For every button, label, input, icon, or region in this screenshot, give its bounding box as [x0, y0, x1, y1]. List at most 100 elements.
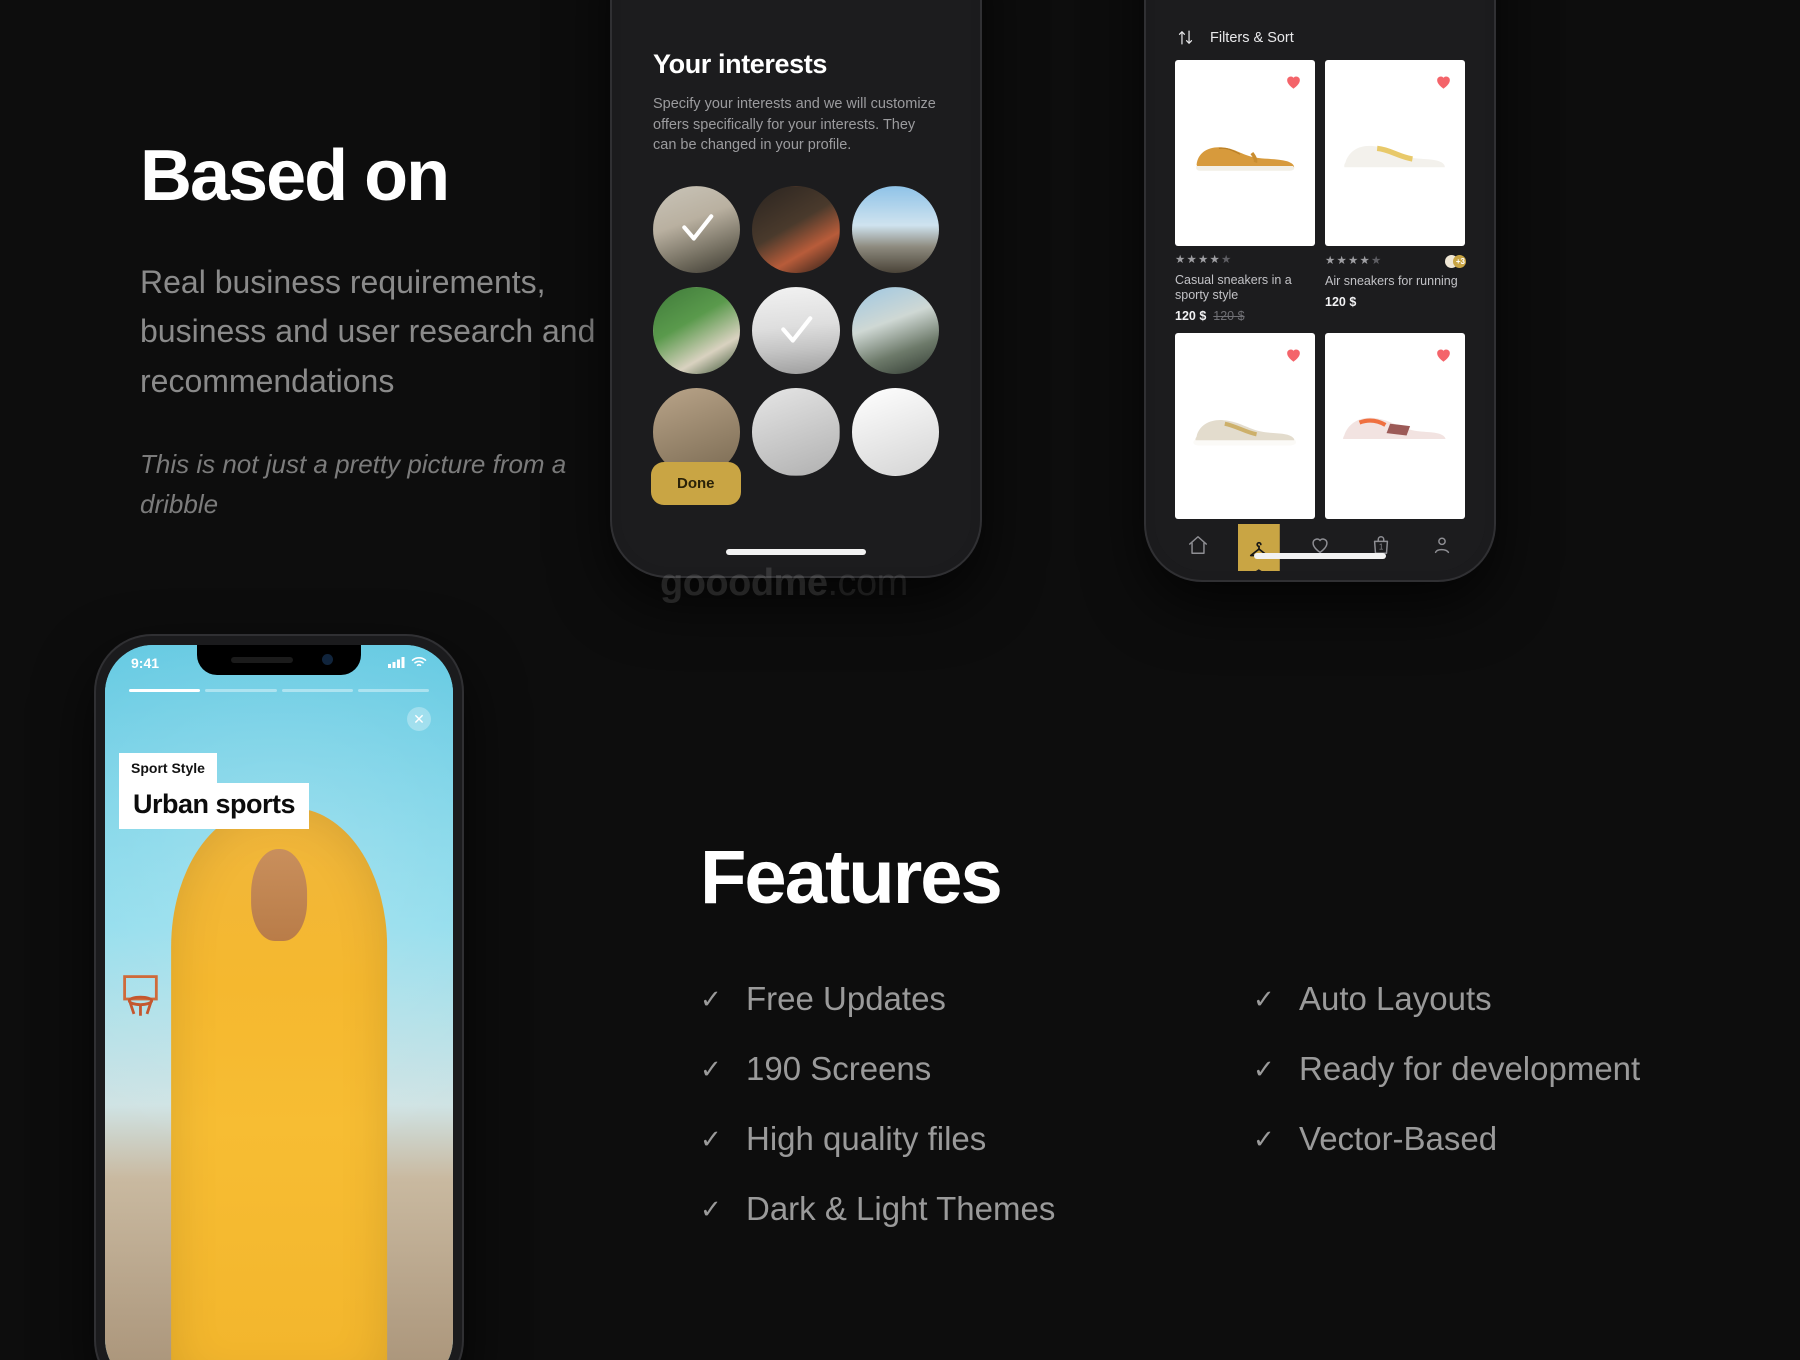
- features-column-right: ✓ Auto Layouts ✓ Ready for development ✓…: [1253, 964, 1760, 1244]
- intro-note: This is not just a pretty picture from a…: [140, 448, 567, 520]
- interest-photo: [653, 287, 741, 375]
- phone-notch: [197, 645, 361, 675]
- interest-option-basketball[interactable]: [752, 185, 840, 274]
- features-column-left: ✓ Free Updates ✓ 190 Screens ✓ High qual…: [700, 964, 1207, 1244]
- product-image: [1325, 60, 1465, 246]
- check-icon: ✓: [700, 983, 722, 1014]
- features-section: Features ✓ Free Updates ✓ 190 Screens ✓ …: [700, 840, 1760, 1244]
- heart-icon[interactable]: [1434, 345, 1453, 364]
- check-icon: ✓: [700, 1193, 722, 1224]
- features-title: Features: [700, 835, 1003, 920]
- cellular-icon: [388, 655, 405, 671]
- home-icon[interactable]: [1187, 534, 1209, 556]
- poster-canvas: Based on Real business requirements, bus…: [0, 0, 1800, 1360]
- sneaker-illustration: [1342, 417, 1448, 447]
- feature-label: Dark & Light Themes: [746, 1190, 1056, 1227]
- feature-label: High quality files: [746, 1120, 987, 1157]
- product-card[interactable]: ★★★★★ +3 Air sneakers for running 120 $: [1325, 60, 1466, 323]
- feature-label: Free Updates: [746, 980, 946, 1017]
- sneaker-illustration: [1193, 419, 1297, 446]
- watermark: gooodme.com: [660, 562, 908, 605]
- progress-segment: [129, 689, 201, 692]
- progress-segment: [357, 689, 429, 692]
- phone-story-mockup: 9:41 ✕ Sport Style Urban sports: [96, 636, 462, 1360]
- product-price: 120 $120 $: [1175, 309, 1245, 323]
- intro-subtitle: Real business requirements, business and…: [140, 264, 596, 399]
- active-tab-ribbon: [1237, 524, 1280, 571]
- product-image: [1175, 60, 1315, 246]
- interest-option-cycling[interactable]: [653, 185, 741, 274]
- feature-item: ✓ Free Updates: [700, 964, 1207, 1034]
- product-card[interactable]: ★★★★★ Casual sneakers in a sporty style …: [1175, 60, 1315, 323]
- story-category-tag: Sport Style: [119, 753, 217, 783]
- interest-photo: [752, 185, 840, 274]
- heart-icon[interactable]: [1284, 72, 1303, 91]
- interest-option-extra-3[interactable]: [851, 388, 939, 476]
- swatch-more-count: +3: [1455, 257, 1465, 266]
- interest-photo: [851, 185, 939, 274]
- product-card[interactable]: [1325, 333, 1465, 519]
- story-caption: Sport Style Urban sports: [119, 753, 310, 829]
- check-icon: ✓: [1253, 1123, 1275, 1154]
- progress-segment: [281, 689, 353, 692]
- interest-option-yoga[interactable]: [752, 287, 840, 375]
- watermark-suffix: .com: [827, 562, 908, 604]
- feature-item: ✓ Auto Layouts: [1253, 964, 1760, 1034]
- filters-sort-label: Filters & Sort: [1210, 29, 1294, 46]
- interest-photo: [851, 287, 939, 375]
- feature-label: 190 Screens: [746, 1050, 932, 1087]
- close-icon[interactable]: ✕: [407, 707, 431, 731]
- interests-content: Your interests Specify your interests an…: [621, 0, 971, 476]
- sneaker-illustration: [1196, 147, 1295, 171]
- wifi-icon: [411, 655, 427, 671]
- interest-option-hiking[interactable]: [851, 185, 939, 274]
- product-name: Casual sneakers in a sporty style: [1175, 272, 1292, 302]
- product-grid: ★★★★★ Casual sneakers in a sporty style …: [1155, 60, 1485, 519]
- feature-item: ✓ High quality files: [700, 1104, 1207, 1174]
- product-image: [1175, 333, 1315, 519]
- feature-item: ✓ 190 Screens: [700, 1034, 1207, 1104]
- model-photo: [171, 808, 387, 1360]
- story-title-tag: Urban sports: [119, 783, 310, 829]
- feature-item: ✓ Dark & Light Themes: [700, 1174, 1207, 1244]
- product-card[interactable]: [1175, 333, 1315, 519]
- features-columns: ✓ Free Updates ✓ 190 Screens ✓ High qual…: [700, 964, 1760, 1244]
- page-title: Based on: [140, 136, 450, 216]
- product-image: [1325, 333, 1465, 519]
- interest-option-running[interactable]: [851, 287, 939, 375]
- story-progress-bars: [129, 689, 429, 692]
- interest-photo: [851, 388, 939, 476]
- check-icon: ✓: [1253, 1053, 1275, 1084]
- check-icon: ✓: [1253, 983, 1275, 1014]
- interests-title: Your interests: [653, 49, 827, 79]
- filters-sort-bar[interactable]: Filters & Sort: [1155, 0, 1485, 60]
- story-screen: 9:41 ✕ Sport Style Urban sports: [105, 645, 453, 1360]
- bottom-tab-bar: 1: [1155, 519, 1485, 571]
- color-swatch-indicator[interactable]: +3: [1444, 255, 1466, 268]
- intro-copy-block: Based on Real business requirements, bus…: [140, 140, 610, 524]
- model-head: [250, 848, 308, 942]
- interests-screen: Your interests Specify your interests an…: [621, 0, 971, 567]
- product-meta: ★★★★★ +3 Air sneakers for running 120 $: [1325, 246, 1466, 310]
- basketball-hoop-graphic: [119, 971, 175, 1027]
- progress-segment: [205, 689, 277, 692]
- sort-arrows-icon: [1177, 29, 1194, 46]
- product-old-price: 120 $: [1213, 309, 1245, 323]
- check-icon: [678, 210, 716, 248]
- phone-interests-mockup: Your interests Specify your interests an…: [612, 0, 980, 576]
- catalog-screen: Filters & Sort ★★★★★ Casual sneakers in …: [1155, 0, 1485, 571]
- interest-option-extra-2[interactable]: [752, 388, 840, 476]
- rating-stars: ★★★★★: [1175, 254, 1233, 266]
- heart-icon[interactable]: [1284, 345, 1303, 364]
- watermark-brand: gooodme: [660, 562, 828, 604]
- interests-description: Specify your interests and we will custo…: [653, 96, 936, 154]
- done-button[interactable]: Done: [651, 462, 741, 505]
- feature-item: ✓ Vector-Based: [1253, 1104, 1760, 1174]
- home-indicator: [726, 549, 866, 555]
- product-price: 120 $: [1325, 295, 1357, 310]
- interest-option-soccer[interactable]: [653, 287, 741, 375]
- heart-icon[interactable]: [1434, 72, 1453, 91]
- sneaker-illustration: [1343, 145, 1447, 173]
- product-name: Air sneakers for running: [1325, 274, 1458, 288]
- person-icon[interactable]: [1431, 534, 1453, 556]
